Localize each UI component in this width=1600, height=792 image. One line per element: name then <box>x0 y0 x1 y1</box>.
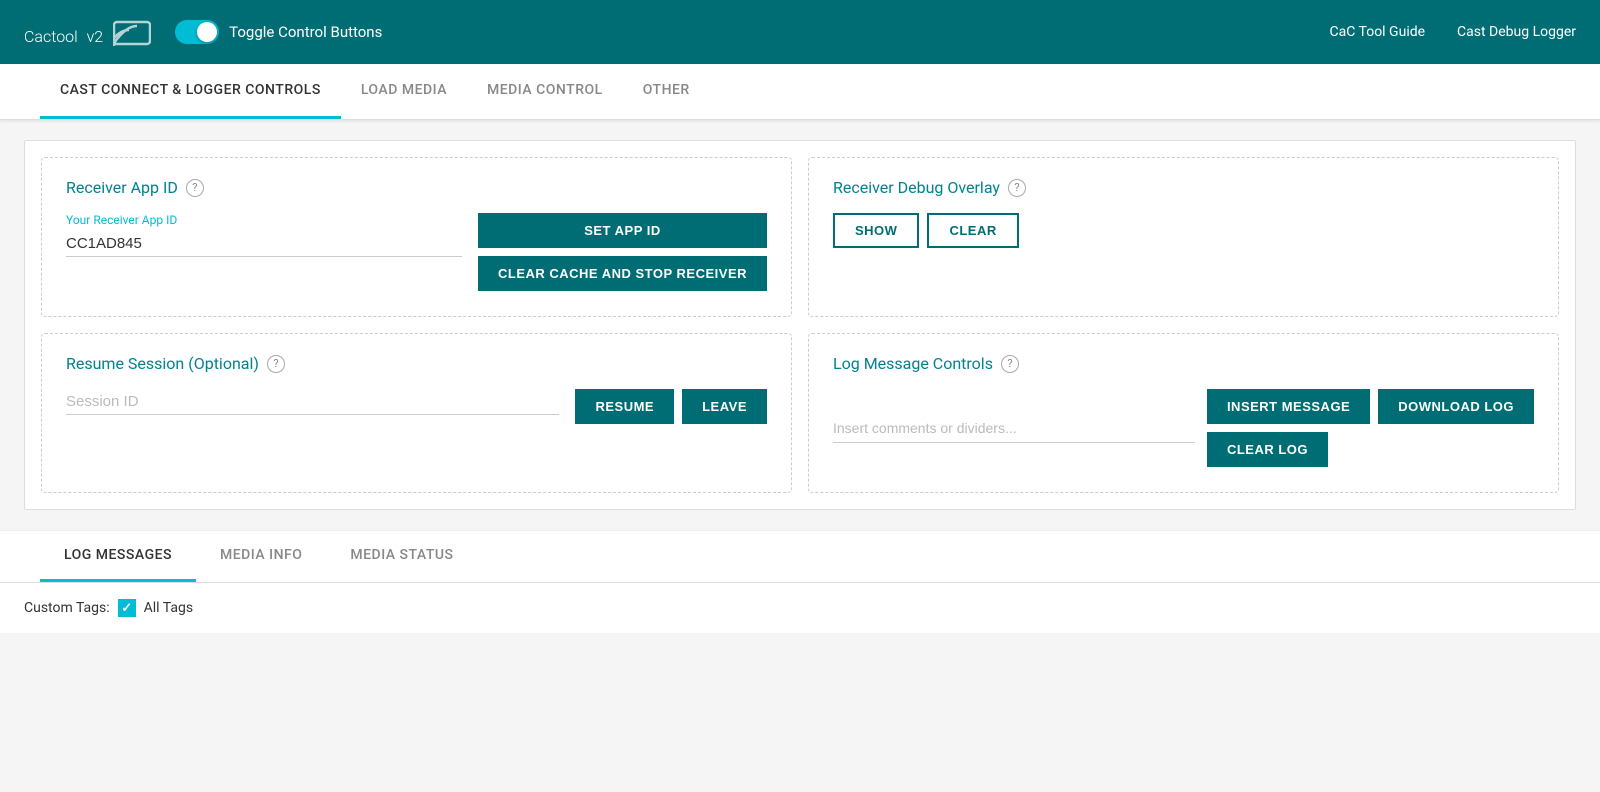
log-message-input[interactable] <box>833 414 1195 443</box>
receiver-app-id-buttons: SET APP ID CLEAR CACHE AND STOP RECEIVER <box>478 213 767 291</box>
cast-debug-logger-link[interactable]: Cast Debug Logger <box>1457 24 1576 40</box>
toggle-section: Toggle Control Buttons <box>175 20 382 44</box>
tab-media-info[interactable]: MEDIA INFO <box>196 531 326 582</box>
show-debug-button[interactable]: SHOW <box>833 213 919 248</box>
set-app-id-button[interactable]: SET APP ID <box>478 213 767 248</box>
custom-tags-section: Custom Tags: All Tags <box>24 599 1576 617</box>
log-btn-row-bottom: CLEAR LOG <box>1207 432 1534 467</box>
tab-media-status[interactable]: MEDIA STATUS <box>326 531 477 582</box>
clear-log-button[interactable]: CLEAR LOG <box>1207 432 1328 467</box>
tab-cast-connect[interactable]: CAST CONNECT & LOGGER CONTROLS <box>40 64 341 119</box>
log-controls-body: INSERT MESSAGE DOWNLOAD LOG CLEAR LOG <box>833 389 1534 467</box>
receiver-debug-overlay-title: Receiver Debug Overlay ? <box>833 178 1534 197</box>
logo-text: Cactool v2 <box>24 16 103 49</box>
main-content: Receiver App ID ? Your Receiver App ID S… <box>0 120 1600 530</box>
resume-session-body: RESUME LEAVE <box>66 389 767 424</box>
tab-log-messages[interactable]: LOG MESSAGES <box>40 531 196 582</box>
all-tags-label: All Tags <box>144 600 193 616</box>
clear-cache-stop-receiver-button[interactable]: CLEAR CACHE AND STOP RECEIVER <box>478 256 767 291</box>
custom-tags-label: Custom Tags: <box>24 600 110 616</box>
log-message-help-icon[interactable]: ? <box>1001 355 1019 373</box>
receiver-debug-buttons: SHOW CLEAR <box>833 213 1534 248</box>
receiver-debug-help-icon[interactable]: ? <box>1008 179 1026 197</box>
cast-icon <box>113 16 151 48</box>
cac-tool-guide-link[interactable]: CaC Tool Guide <box>1330 24 1426 40</box>
resume-session-title: Resume Session (Optional) ? <box>66 354 767 373</box>
bottom-section: LOG MESSAGES MEDIA INFO MEDIA STATUS Cus… <box>0 530 1600 633</box>
bottom-tabs: LOG MESSAGES MEDIA INFO MEDIA STATUS <box>0 531 1600 583</box>
receiver-app-id-input-label: Your Receiver App ID <box>66 213 462 227</box>
log-message-controls-title: Log Message Controls ? <box>833 354 1534 373</box>
download-log-button[interactable]: DOWNLOAD LOG <box>1378 389 1534 424</box>
cards-grid: Receiver App ID ? Your Receiver App ID S… <box>24 140 1576 510</box>
receiver-app-id-input-group: Your Receiver App ID <box>66 213 462 257</box>
resume-button[interactable]: RESUME <box>575 389 674 424</box>
tab-media-control[interactable]: MEDIA CONTROL <box>467 64 623 119</box>
resume-session-buttons: RESUME LEAVE <box>575 389 767 424</box>
main-tabs: CAST CONNECT & LOGGER CONTROLS LOAD MEDI… <box>0 64 1600 120</box>
log-message-buttons: INSERT MESSAGE DOWNLOAD LOG CLEAR LOG <box>1207 389 1534 467</box>
clear-debug-button[interactable]: CLEAR <box>927 213 1018 248</box>
bottom-content: Custom Tags: All Tags <box>0 583 1600 633</box>
resume-session-help-icon[interactable]: ? <box>267 355 285 373</box>
session-id-input[interactable] <box>66 389 559 415</box>
insert-message-button[interactable]: INSERT MESSAGE <box>1207 389 1370 424</box>
tab-other[interactable]: OTHER <box>623 64 710 119</box>
log-message-controls-card: Log Message Controls ? INSERT MESSAGE DO… <box>808 333 1559 493</box>
receiver-debug-overlay-card: Receiver Debug Overlay ? SHOW CLEAR <box>808 157 1559 317</box>
tab-load-media[interactable]: LOAD MEDIA <box>341 64 467 119</box>
logo: Cactool v2 <box>24 16 151 49</box>
app-header: Cactool v2 Toggle Control Buttons CaC To… <box>0 0 1600 64</box>
header-nav: CaC Tool Guide Cast Debug Logger <box>1330 24 1577 40</box>
receiver-app-id-input[interactable] <box>66 231 462 257</box>
session-id-input-group <box>66 389 559 415</box>
toggle-control-buttons[interactable] <box>175 20 219 44</box>
toggle-label: Toggle Control Buttons <box>229 23 382 41</box>
receiver-app-id-card: Receiver App ID ? Your Receiver App ID S… <box>41 157 792 317</box>
receiver-app-id-title: Receiver App ID ? <box>66 178 767 197</box>
leave-button[interactable]: LEAVE <box>682 389 767 424</box>
all-tags-checkbox[interactable] <box>118 599 136 617</box>
receiver-app-id-help-icon[interactable]: ? <box>186 179 204 197</box>
resume-session-card: Resume Session (Optional) ? RESUME LEAVE <box>41 333 792 493</box>
receiver-app-id-body: Your Receiver App ID SET APP ID CLEAR CA… <box>66 213 767 291</box>
log-btn-row-top: INSERT MESSAGE DOWNLOAD LOG <box>1207 389 1534 424</box>
